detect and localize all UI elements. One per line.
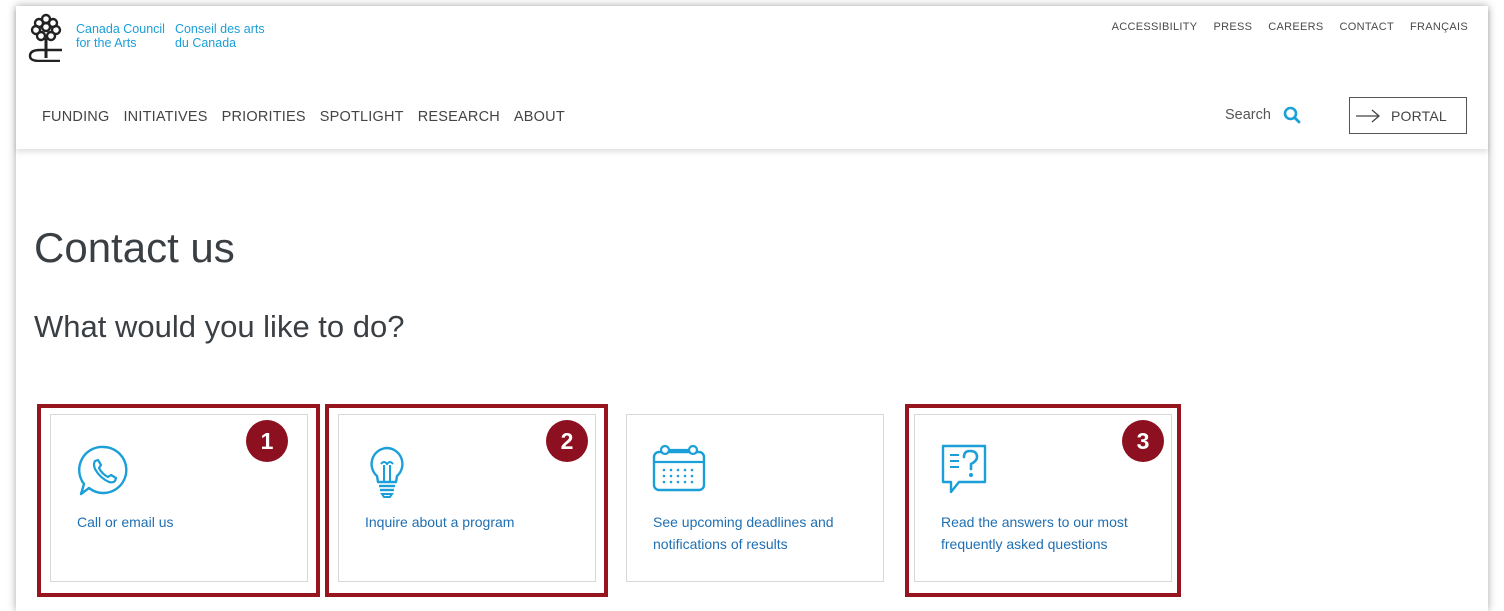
tree-logo-icon — [28, 13, 62, 62]
calendar-icon — [652, 444, 706, 492]
logo-en-line1: Canada Council — [76, 22, 165, 36]
portal-label: PORTAL — [1391, 107, 1447, 124]
nav-item-research[interactable]: RESEARCH — [418, 109, 500, 125]
step-badge-3: 3 — [1122, 420, 1164, 462]
portal-button[interactable]: PORTAL — [1349, 97, 1467, 134]
main-nav: FUNDING INITIATIVES PRIORITIES SPOTLIGHT… — [42, 109, 579, 125]
card-label: See upcoming deadlines and notifications… — [653, 514, 834, 552]
site-header: Canada Council for the Arts Conseil des … — [16, 6, 1488, 149]
search-button[interactable]: Search — [1225, 106, 1301, 124]
util-link-accessibility[interactable]: ACCESSIBILITY — [1112, 21, 1198, 33]
logo-en-line2: for the Arts — [76, 36, 137, 50]
arrow-right-icon — [1356, 109, 1380, 122]
step-badge-1: 1 — [246, 420, 288, 462]
page-title: Contact us — [34, 224, 235, 271]
logo-text-fr: Conseil des arts du Canada — [175, 22, 265, 50]
nav-item-about[interactable]: ABOUT — [514, 109, 565, 125]
nav-item-funding[interactable]: FUNDING — [42, 109, 109, 125]
browser-page: Canada Council for the Arts Conseil des … — [16, 6, 1488, 611]
nav-item-initiatives[interactable]: INITIATIVES — [123, 109, 207, 125]
logo-fr-line2: du Canada — [174, 36, 237, 50]
nav-item-spotlight[interactable]: SPOTLIGHT — [320, 109, 404, 125]
logo-fr-line1: Conseil des arts — [174, 22, 265, 36]
search-label: Search — [1225, 107, 1271, 123]
util-link-contact[interactable]: CONTACT — [1340, 21, 1394, 33]
util-link-francais[interactable]: FRANÇAIS — [1410, 21, 1468, 33]
logo-text-en: Canada Council for the Arts — [76, 22, 165, 50]
nav-item-priorities[interactable]: PRIORITIES — [222, 109, 306, 125]
page-subtitle: What would you like to do? — [34, 309, 405, 344]
site-logo[interactable]: Canada Council for the Arts Conseil des … — [26, 12, 275, 62]
util-link-careers[interactable]: CAREERS — [1268, 21, 1323, 33]
step-badge-2: 2 — [546, 420, 588, 462]
util-link-press[interactable]: PRESS — [1213, 21, 1252, 33]
utility-nav: ACCESSIBILITY PRESS CAREERS CONTACT FRAN… — [1096, 21, 1468, 33]
search-icon — [1283, 106, 1301, 124]
card-deadlines[interactable]: See upcoming deadlines and notifications… — [626, 414, 884, 582]
